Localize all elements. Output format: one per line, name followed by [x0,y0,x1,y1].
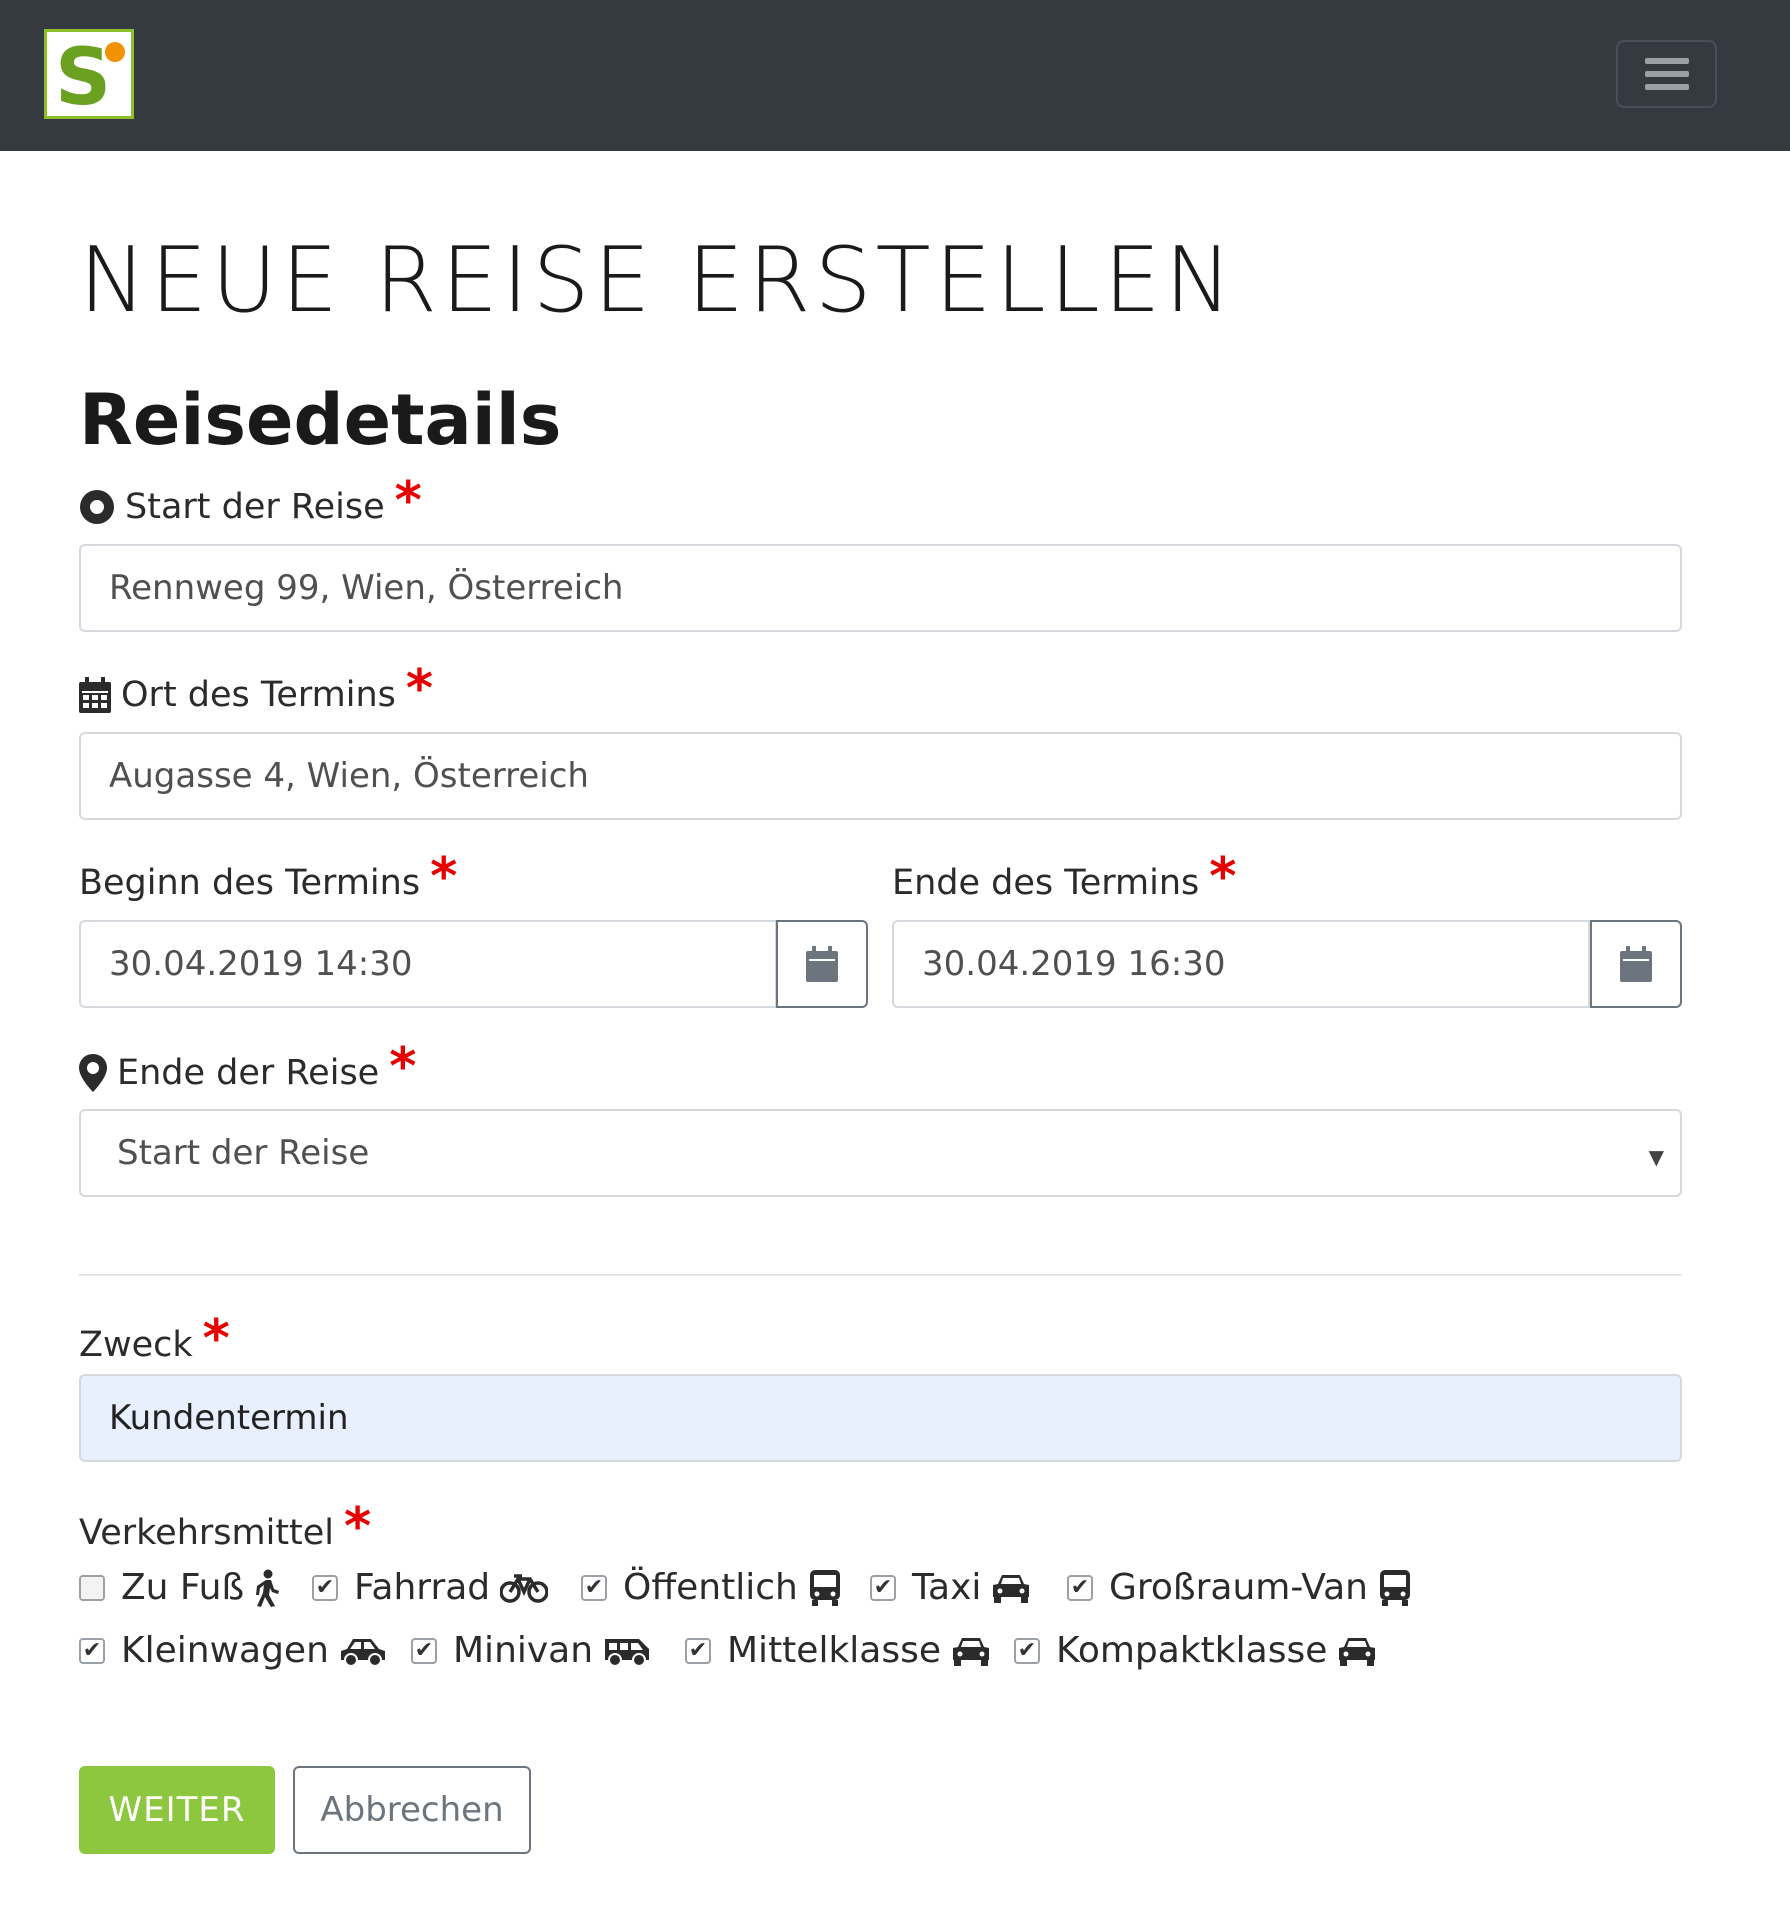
option-minivan[interactable]: ✔ Minivan [411,1630,651,1671]
required-mark: * [202,1309,230,1369]
verkehrsmittel-label: Verkehrsmittel * [79,1497,372,1557]
checkbox[interactable]: ✔ [411,1637,437,1664]
zweck-input[interactable]: Kundentermin [79,1374,1682,1462]
ende-termin-label: Ende des Termins * [892,847,1237,907]
required-mark: * [344,1497,372,1557]
bus-icon [809,1569,840,1606]
abbrechen-button[interactable]: Abbrechen [293,1766,531,1854]
start-field: Start der Reise * [79,475,422,532]
navbar-toggle-button[interactable] [1616,40,1717,108]
checkbox[interactable]: ✔ [870,1574,896,1601]
beginn-label: Beginn des Termins * [79,847,458,907]
required-mark: * [394,471,422,531]
termin-ort-input[interactable]: Augasse 4, Wien, Österreich [79,732,1682,820]
required-mark: * [1209,847,1237,907]
bus-icon [1379,1569,1410,1606]
page-title: NEUE REISE ERSTELLEN [79,228,1236,333]
van-icon [605,1638,650,1667]
ende-reise-select[interactable]: Start der Reise ▼ [79,1109,1682,1197]
svg-text:S: S [55,33,111,116]
walking-icon [256,1569,280,1607]
option-mittelklasse[interactable]: ✔ Mittelklasse [685,1630,991,1671]
ende-reise-field: Ende der Reise * [79,1041,416,1098]
car-front-icon [1339,1637,1376,1666]
car-front-icon [953,1637,990,1666]
required-mark: * [389,1037,417,1097]
section-title: Reisedetails [79,379,562,461]
divider [79,1274,1682,1276]
checkbox[interactable]: ✔ [1014,1637,1040,1664]
ende-reise-label: Ende der Reise * [79,1041,416,1098]
checkbox[interactable]: ✔ [312,1574,338,1601]
option-oeffentlich[interactable]: ✔ Öffentlich [581,1567,842,1608]
ende-termin-calendar-button[interactable] [1590,920,1682,1008]
option-kleinwagen[interactable]: ✔ Kleinwagen [79,1630,387,1671]
navbar: S [0,0,1790,151]
circle-dot-icon [80,490,114,524]
car-side-icon [340,1638,385,1667]
option-taxi[interactable]: ✔ Taxi [870,1567,1031,1608]
option-fahrrad[interactable]: ✔ Fahrrad [312,1567,549,1608]
chevron-down-icon: ▼ [1648,1145,1664,1169]
calendar-icon [79,677,111,713]
verkehrsmittel-field: Verkehrsmittel * [79,1497,372,1558]
weiter-button[interactable]: WEITER [79,1766,275,1854]
checkbox[interactable]: ✔ [79,1637,105,1664]
car-front-icon [993,1574,1030,1603]
start-label: Start der Reise * [79,475,422,532]
checkbox[interactable] [79,1574,105,1601]
beginn-calendar-button[interactable] [776,920,868,1008]
brand-logo[interactable]: S [44,29,134,119]
checkbox[interactable]: ✔ [1067,1574,1093,1601]
map-marker-icon [79,1054,107,1092]
start-input[interactable]: Rennweg 99, Wien, Österreich [79,544,1682,632]
calendar-icon [1620,946,1652,982]
zweck-label: Zweck * [79,1309,230,1369]
option-kompaktklasse[interactable]: ✔ Kompaktklasse [1014,1630,1377,1671]
ende-termin-field: Ende des Termins * [892,847,1237,908]
required-mark: * [430,847,458,907]
splendid-s-logo-icon: S [55,33,125,116]
bicycle-icon [500,1573,549,1603]
option-zu-fuss[interactable]: Zu Fuß [79,1567,280,1608]
required-mark: * [405,659,434,719]
ende-termin-input[interactable]: 30.04.2019 16:30 [892,920,1590,1008]
option-grossraum-van[interactable]: ✔ Großraum-Van [1067,1567,1412,1608]
beginn-field: Beginn des Termins * [79,847,458,908]
beginn-input[interactable]: 30.04.2019 14:30 [79,920,777,1008]
hamburger-menu-icon [1644,58,1689,90]
termin-ort-label: Ort des Termins * [79,663,433,720]
termin-ort-field: Ort des Termins * [79,663,433,720]
zweck-field: Zweck * [79,1309,230,1370]
calendar-icon [806,946,838,982]
checkbox[interactable]: ✔ [685,1637,711,1664]
checkbox[interactable]: ✔ [581,1574,607,1601]
